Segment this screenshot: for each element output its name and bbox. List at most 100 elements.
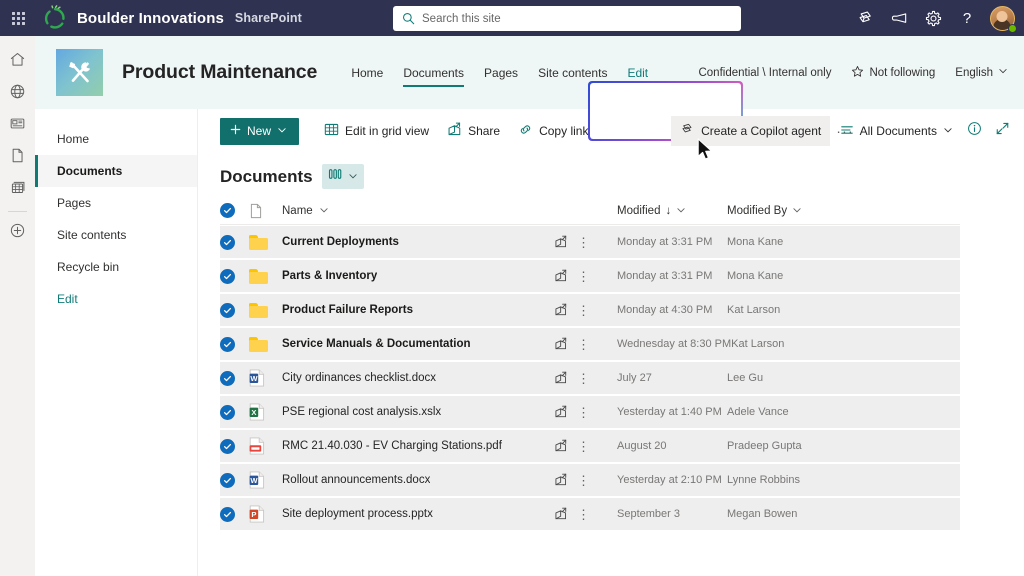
avatar[interactable]	[984, 0, 1020, 36]
row-more-actions-button[interactable]: ⋮	[577, 374, 587, 383]
row-more-actions-button[interactable]: ⋮	[577, 340, 587, 349]
select-all-checkbox[interactable]	[220, 203, 235, 218]
row-name-cell[interactable]: Site deployment process.pptx	[282, 508, 554, 520]
row-name-label: Site deployment process.pptx	[282, 508, 433, 520]
share-icon[interactable]	[554, 439, 568, 453]
row-checkbox[interactable]	[220, 235, 235, 250]
row-checkbox[interactable]	[220, 405, 235, 420]
search-box[interactable]	[393, 6, 741, 31]
site-nav-home[interactable]: Home	[341, 62, 393, 84]
row-more-actions-button[interactable]: ⋮	[577, 272, 587, 281]
row-actions-cell: ⋮	[554, 337, 617, 351]
rail-item-home[interactable]	[0, 46, 35, 78]
sidebar-item-site-contents[interactable]: Site contents	[35, 219, 197, 251]
brand-name: Boulder Innovations	[77, 10, 224, 27]
sidebar-item-recycle-bin[interactable]: Recycle bin	[35, 251, 197, 283]
row-name-cell[interactable]: Current Deployments	[282, 236, 554, 248]
row-name-cell[interactable]: RMC 21.40.030 - EV Charging Stations.pdf	[282, 440, 554, 452]
share-icon[interactable]	[554, 337, 568, 351]
table-row[interactable]: Parts & Inventory⋮Monday at 3:31 PMMona …	[220, 260, 960, 292]
edit-in-grid-view-button[interactable]: Edit in grid view	[315, 116, 438, 146]
copy-link-button[interactable]: Copy link	[509, 116, 597, 146]
row-name-cell[interactable]: PSE regional cost analysis.xslx	[282, 406, 554, 418]
new-button[interactable]: New	[220, 118, 299, 145]
row-more-actions-button[interactable]: ⋮	[577, 408, 587, 417]
share-icon[interactable]	[554, 303, 568, 317]
modified-by-column-header[interactable]: Modified By	[727, 202, 887, 220]
row-checkbox[interactable]	[220, 439, 235, 454]
site-nav-pages[interactable]: Pages	[474, 62, 528, 84]
row-checkbox[interactable]	[220, 473, 235, 488]
row-checkbox[interactable]	[220, 507, 235, 522]
table-row[interactable]: WCity ordinances checklist.docx⋮July 27L…	[220, 362, 960, 394]
row-more-actions-button[interactable]: ⋮	[577, 476, 587, 485]
create-copilot-agent-button[interactable]: Create a Copilot agent	[671, 116, 830, 146]
gear-icon[interactable]	[916, 0, 950, 36]
follow-button[interactable]: Not following	[851, 65, 935, 81]
row-modified-label: Monday at 3:31 PM	[617, 270, 712, 282]
row-name-label: Service Manuals & Documentation	[282, 338, 471, 350]
row-more-actions-button[interactable]: ⋮	[577, 306, 587, 315]
row-checkbox[interactable]	[220, 269, 235, 284]
name-column-header[interactable]: Name	[282, 202, 554, 220]
sidebar-item-documents[interactable]: Documents	[35, 155, 197, 187]
site-nav-documents[interactable]: Documents	[393, 62, 474, 84]
table-row[interactable]: Service Manuals & Documentation⋮Wednesda…	[220, 328, 960, 360]
rail-item-lists[interactable]	[0, 174, 35, 206]
share-icon[interactable]	[554, 405, 568, 419]
share-icon[interactable]	[554, 235, 568, 249]
row-name-cell[interactable]: City ordinances checklist.docx	[282, 372, 554, 384]
table-row[interactable]: RMC 21.40.030 - EV Charging Stations.pdf…	[220, 430, 960, 462]
app-launcher-button[interactable]	[0, 0, 36, 36]
page-title: Documents	[220, 167, 313, 187]
site-nav-site-contents[interactable]: Site contents	[528, 62, 617, 84]
row-more-actions-button[interactable]: ⋮	[577, 238, 587, 247]
rail-item-globe[interactable]	[0, 78, 35, 110]
rail-item-document[interactable]	[0, 142, 35, 174]
row-modified-label: July 27	[617, 372, 652, 384]
rail-item-news[interactable]	[0, 110, 35, 142]
row-name-cell[interactable]: Product Failure Reports	[282, 304, 554, 316]
row-name-cell[interactable]: Parts & Inventory	[282, 270, 554, 282]
chevron-down-icon	[998, 66, 1008, 79]
table-row[interactable]: XPSE regional cost analysis.xslx⋮Yesterd…	[220, 396, 960, 428]
site-header-actions: Confidential \ Internal only Not followi…	[698, 36, 1008, 109]
row-checkbox[interactable]	[220, 303, 235, 318]
share-button[interactable]: Share	[438, 116, 509, 146]
table-row[interactable]: Current Deployments⋮Monday at 3:31 PMMon…	[220, 226, 960, 258]
row-modified-cell: Yesterday at 2:10 PM	[617, 474, 727, 486]
row-name-cell[interactable]: Service Manuals & Documentation	[282, 338, 554, 350]
filetype-column-header[interactable]	[249, 203, 282, 219]
view-selector-button[interactable]: All Documents	[833, 123, 960, 140]
expand-button[interactable]	[988, 117, 1016, 145]
help-icon[interactable]: ?	[950, 0, 984, 36]
language-selector[interactable]: English	[955, 66, 1008, 79]
row-name-label: City ordinances checklist.docx	[282, 372, 436, 384]
search-input[interactable]	[422, 13, 712, 25]
suite-bar: Boulder Innovations SharePoint	[0, 0, 1024, 36]
site-nav-edit[interactable]: Edit	[617, 62, 658, 84]
row-more-actions-button[interactable]: ⋮	[577, 442, 587, 451]
share-icon[interactable]	[554, 269, 568, 283]
sidebar-item-home[interactable]: Home	[35, 123, 197, 155]
table-row[interactable]: PSite deployment process.pptx⋮September …	[220, 498, 960, 530]
sidebar-item-pages[interactable]: Pages	[35, 187, 197, 219]
sidebar-item-edit[interactable]: Edit	[35, 283, 197, 315]
modified-column-header[interactable]: Modified ↓	[617, 202, 727, 220]
delete-button[interactable]: Delete	[597, 116, 671, 146]
row-checkbox[interactable]	[220, 371, 235, 386]
row-more-actions-button[interactable]: ⋮	[577, 510, 587, 519]
table-row[interactable]: WRollout announcements.docx⋮Yesterday at…	[220, 464, 960, 496]
share-icon[interactable]	[554, 473, 568, 487]
rail-item-create[interactable]	[0, 217, 35, 249]
copilot-icon[interactable]	[848, 0, 882, 36]
row-modified-by-cell: Lee Gu	[727, 372, 887, 384]
details-info-button[interactable]	[960, 117, 988, 145]
share-icon[interactable]	[554, 507, 568, 521]
megaphone-icon[interactable]	[882, 0, 916, 36]
view-chip-button[interactable]	[322, 164, 364, 189]
share-icon[interactable]	[554, 371, 568, 385]
row-checkbox[interactable]	[220, 337, 235, 352]
table-row[interactable]: Product Failure Reports⋮Monday at 4:30 P…	[220, 294, 960, 326]
row-name-cell[interactable]: Rollout announcements.docx	[282, 474, 554, 486]
